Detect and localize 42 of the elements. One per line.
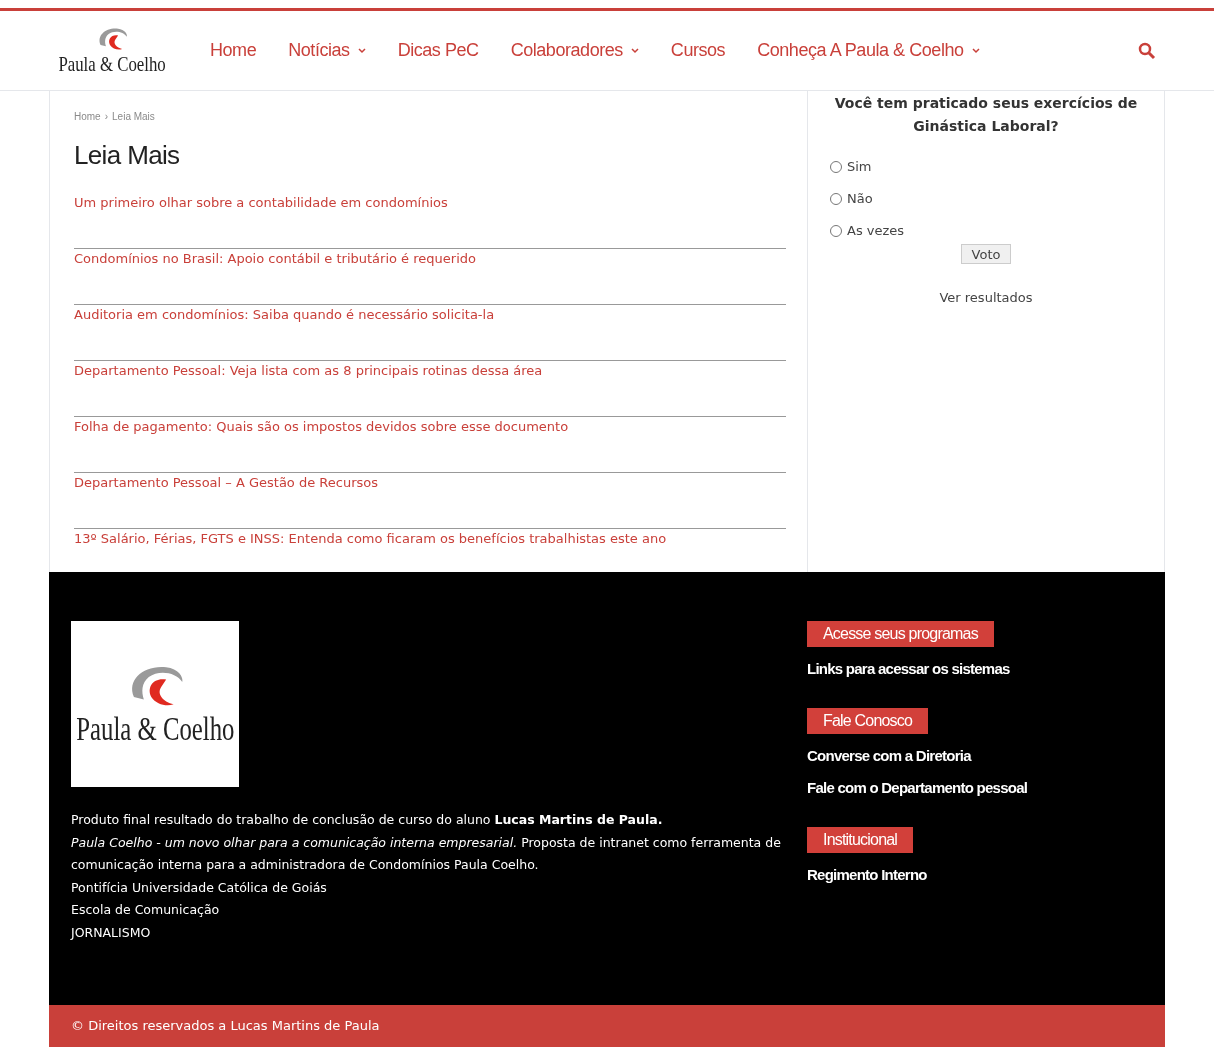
about-line: Pontifícia Universidade Católica de Goiás [71,878,328,897]
about-line: Escola de Comunicação [71,901,221,919]
option-label: As vezes [847,222,905,241]
copyright-text: © Direitos reservados a Lucas Martins de Paula [71,1017,380,1036]
nav-link[interactable]: Cursos [670,37,726,64]
results-link[interactable]: Ver resultados [939,288,1033,308]
poll-question: Você tem praticado seus exercícios de Ginástica Laboral? [833,94,1139,136]
section-heading: Fale Conosco [807,707,929,734]
chevron-down-icon [971,47,980,54]
chevron-down-icon [357,47,366,54]
article-link[interactable]: Departamento Pessoal – A Gestão de Recursos [74,473,378,493]
article-link[interactable]: Auditoria em condomínios: Saiba quando é necessário solicita-la [74,305,495,325]
logo-text: Paula & Coelho [58,53,166,75]
breadcrumb-link[interactable]: Home [74,109,101,124]
nav-link[interactable]: Home [210,37,257,64]
option-label: Sim [847,158,872,177]
nav-link[interactable]: Notícias [288,37,366,64]
article-link[interactable]: Um primeiro olhar sobre a contabilidade em condomínios [74,193,448,213]
vote-button[interactable]: Voto [960,244,1012,264]
breadcrumb-separator: › [104,110,109,124]
option-label: Não [847,190,873,209]
article-link[interactable]: 13º Salário, Férias, FGTS e INSS: Entenda como ficaram os benefícios trabalhistas este ano [74,529,667,549]
search-icon[interactable] [1138,41,1156,60]
article-link[interactable]: Folha de pagamento: Quais são os impostos devidos sobre esse documento [74,417,569,437]
nav-link[interactable]: Conheça A Paula & Coelho [757,37,980,64]
chevron-down-icon [630,47,639,54]
article-link[interactable]: Condomínios no Brasil: Apoio contábil e tributário é requerido [74,249,476,269]
footer-link[interactable]: Converse com a Diretoria [807,744,971,767]
footer-link[interactable]: Fale com o Departamento pessoal [807,777,1028,800]
about-paragraph: Produto final resultado do trabalho de conclusão de curso do aluno Lucas Martins de Paula. [71,811,664,829]
footer-link[interactable]: Regimento Interno [807,863,927,886]
section-heading: Institucional [807,826,914,853]
page-title: Leia Mais [74,139,181,172]
nav-link[interactable]: Colaboradores [510,37,639,64]
footer-logo: Paula & Coelho [71,621,239,787]
section-heading: Acesse seus programas [807,621,994,647]
footer-link[interactable]: Links para acessar os sistemas [807,658,1010,681]
about-line: JORNALISMO [71,923,152,942]
article-link[interactable]: Departamento Pessoal: Veja lista com as 8 principais rotinas dessa área [74,361,543,381]
breadcrumb-link[interactable]: Leia Mais [112,109,155,124]
nav-link[interactable]: Dicas PeC [397,37,479,64]
about-paragraph: Paula Coelho - um novo olhar para a comunicação interna empresarial. Proposta de intranet como ferramenta de comunicação interna para a administradora de Condomínios Paula Coelho. [71,833,782,874]
